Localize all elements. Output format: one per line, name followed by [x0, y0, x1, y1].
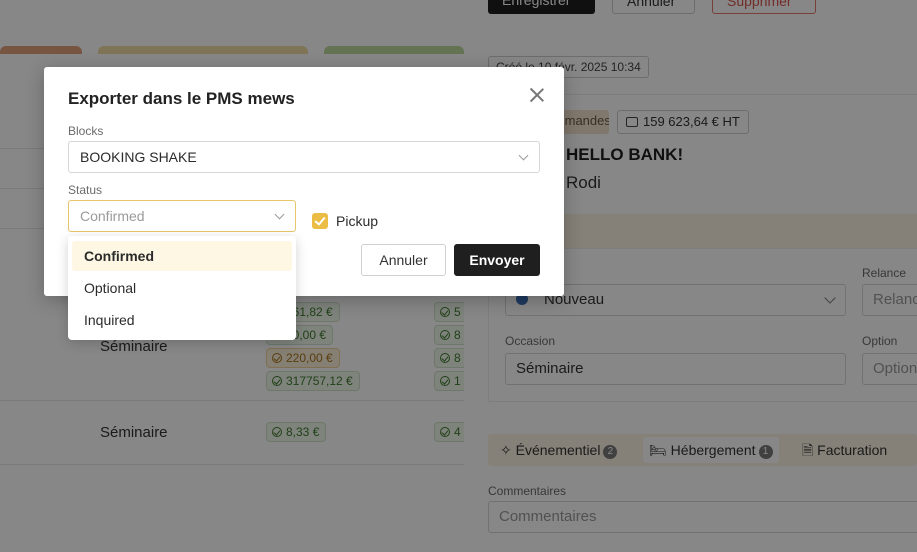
- status-option-confirmed[interactable]: Confirmed: [72, 241, 292, 271]
- status-select-value: Confirmed: [80, 208, 145, 224]
- blocks-select[interactable]: BOOKING SHAKE: [68, 141, 540, 173]
- send-button[interactable]: Envoyer: [454, 244, 540, 276]
- pickup-checkbox[interactable]: [312, 213, 328, 229]
- pickup-label[interactable]: Pickup: [336, 213, 378, 229]
- close-icon[interactable]: [528, 86, 546, 104]
- status-label: Status: [68, 183, 103, 197]
- modal-title: Exporter dans le PMS mews: [68, 89, 295, 108]
- status-dropdown-menu: Confirmed Optional Inquired: [68, 236, 296, 340]
- status-option-inquired[interactable]: Inquired: [72, 305, 292, 335]
- modal-cancel-button[interactable]: Annuler: [361, 244, 446, 276]
- chevron-down-icon: [274, 209, 285, 220]
- status-select[interactable]: Confirmed: [68, 200, 296, 232]
- blocks-select-value: BOOKING SHAKE: [80, 149, 197, 165]
- blocks-label: Blocks: [68, 124, 104, 138]
- chevron-down-icon: [518, 150, 529, 161]
- status-option-optional[interactable]: Optional: [72, 273, 292, 303]
